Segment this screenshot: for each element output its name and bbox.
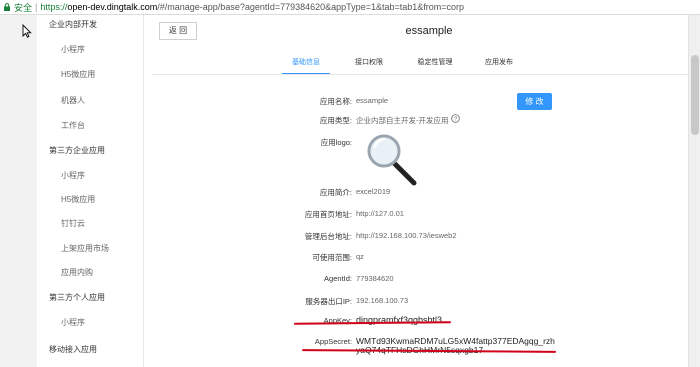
- tab-divider: [152, 74, 688, 75]
- sidebar-item-dingcloud[interactable]: 钉钉云: [37, 214, 144, 234]
- scope-value: qz: [356, 252, 364, 261]
- field-label: 管理后台地址:: [304, 232, 352, 241]
- server-ip-value: 192.168.100.73: [356, 296, 409, 305]
- app-type-value: 企业内部自主开发-开发应用: [356, 116, 449, 125]
- agentid-value: 779384620: [356, 274, 394, 283]
- sidebar-item-miniprogram[interactable]: 小程序: [37, 40, 144, 60]
- app-desc-value: excel2019: [356, 187, 391, 196]
- row-scope: 可使用范围: qz: [144, 252, 688, 266]
- field-label: 服务器出口IP:: [305, 297, 352, 306]
- home-url-value: http://127.0.01: [356, 209, 404, 218]
- sidebar: 企业内部开发 小程序 H5微应用 机器人 工作台 第三方企业应用 小程序 H5微…: [37, 15, 144, 367]
- field-label: AppSecret:: [314, 337, 352, 346]
- tab-label: 基础信息: [292, 59, 320, 66]
- field-label: 应用首页地址:: [304, 210, 352, 219]
- row-app-desc: 应用简介: excel2019: [144, 187, 688, 201]
- browser-page: 安全 | https://open-dev.dingtalk.com/#/man…: [0, 0, 700, 367]
- sidebar-item-workbench[interactable]: 工作台: [37, 116, 144, 136]
- app-logo-magnifier-icon: [367, 134, 417, 186]
- mouse-cursor-icon: [22, 24, 32, 38]
- tab-basic-info[interactable]: 基础信息: [282, 53, 330, 75]
- left-gutter: [0, 15, 37, 367]
- page-title: essample: [405, 25, 453, 37]
- scrollbar-thumb[interactable]: [691, 55, 699, 135]
- field-label: 应用名称:: [319, 97, 352, 106]
- help-icon[interactable]: ?: [451, 114, 460, 123]
- field-label: 可使用范围:: [312, 253, 352, 262]
- sidebar-group-internal-dev[interactable]: 企业内部开发: [37, 15, 144, 35]
- url-host: open-dev.dingtalk.com: [67, 2, 158, 12]
- sidebar-item-h5-2[interactable]: H5微应用: [37, 190, 144, 210]
- secure-label: 安全: [14, 2, 33, 13]
- admin-url-value: http://192.168.100.73/iesweb2: [356, 231, 457, 240]
- row-agentid: AgentId: 779384620: [144, 274, 688, 288]
- sidebar-item-robot[interactable]: 机器人: [37, 91, 144, 111]
- row-appsecret: AppSecret: WMTd93KwmaRDM7uLG5xW4fattp377…: [144, 335, 688, 357]
- back-button[interactable]: 返 回: [159, 22, 197, 40]
- field-label: 应用简介:: [319, 188, 352, 197]
- sidebar-item-in-app-purchase[interactable]: 应用内购: [37, 263, 144, 283]
- sidebar-item-h5[interactable]: H5微应用: [37, 65, 144, 85]
- tab-stability[interactable]: 稳定性管理: [408, 53, 462, 75]
- separator: |: [35, 2, 38, 12]
- address-bar[interactable]: 安全 | https://open-dev.dingtalk.com/#/man…: [0, 0, 700, 15]
- sidebar-group-mobile-access[interactable]: 移动接入应用: [37, 340, 144, 360]
- lock-icon: [3, 3, 11, 11]
- sidebar-item-marketplace[interactable]: 上架应用市场: [37, 239, 144, 259]
- sidebar-group-third-party-personal[interactable]: 第三方个人应用: [37, 288, 144, 308]
- row-server-ip: 服务器出口IP: 192.168.100.73: [144, 296, 688, 310]
- row-app-type: 应用类型: 企业内部自主开发-开发应用 ?: [144, 114, 688, 129]
- scrollbar[interactable]: [688, 15, 700, 367]
- field-label: 应用类型:: [319, 116, 352, 125]
- field-label: AgentId:: [324, 274, 352, 283]
- app-name-value: essample: [356, 96, 389, 105]
- main-panel: 返 回 essample 基础信息 接口权限 稳定性管理 应用发布 修 改 应用…: [144, 15, 688, 367]
- url-scheme: https://: [40, 2, 68, 12]
- tab-api-permissions[interactable]: 接口权限: [345, 53, 393, 75]
- field-label: 应用logo:: [320, 138, 352, 147]
- tab-bar: 基础信息 接口权限 稳定性管理 应用发布: [144, 53, 688, 75]
- row-home-url: 应用首页地址: http://127.0.01: [144, 209, 688, 223]
- url-path: /#/manage-app/base?agentId=779384620&app…: [157, 2, 465, 12]
- sidebar-item-miniprogram-2[interactable]: 小程序: [37, 166, 144, 186]
- row-app-name: 应用名称: essample: [144, 96, 688, 110]
- tab-publish[interactable]: 应用发布: [475, 53, 523, 75]
- sidebar-group-third-party-enterprise[interactable]: 第三方企业应用: [37, 141, 144, 161]
- row-admin-url: 管理后台地址: http://192.168.100.73/iesweb2: [144, 231, 688, 245]
- sidebar-item-miniprogram-3[interactable]: 小程序: [37, 313, 144, 333]
